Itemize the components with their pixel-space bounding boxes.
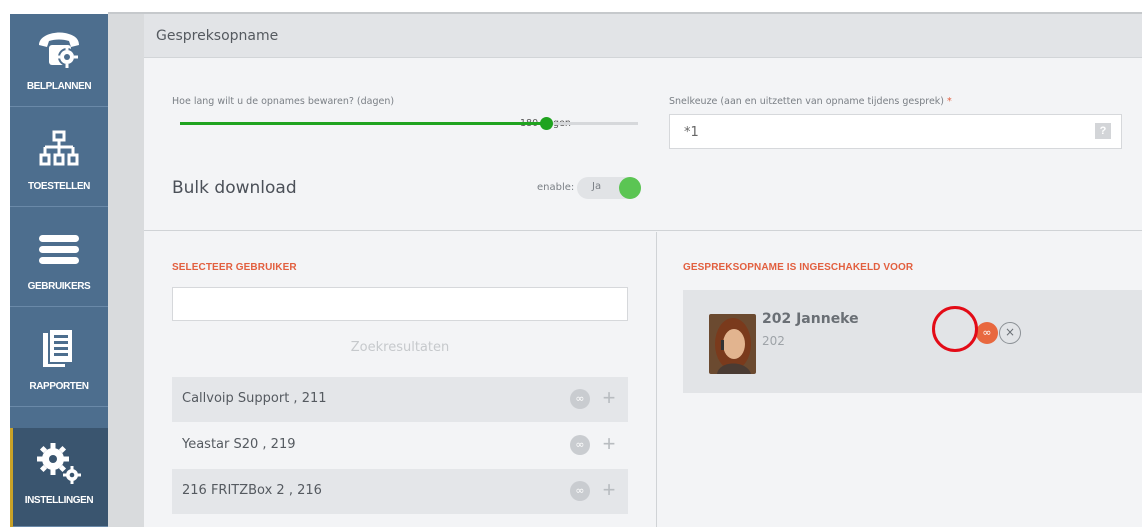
shortcut-label: Snelkeuze (aan en uitzetten van opname t… [669,96,952,107]
user-name: Callvoip Support , 211 [182,391,327,406]
phone-settings-icon [10,24,108,74]
network-tree-icon [10,124,108,174]
avatar [709,314,756,374]
toggle-knob [619,177,641,199]
add-icon[interactable]: + [600,477,618,503]
gears-icon [10,438,108,488]
active-indicator [10,428,13,527]
slider-fill [180,122,546,125]
report-document-icon [10,324,108,374]
recording-settings: Hoe lang wilt u de opnames bewaren? (dag… [144,58,1142,231]
sidebar-item-rapporten[interactable]: RAPPORTEN [10,314,108,407]
remove-user-button[interactable]: × [999,322,1021,344]
sidebar-item-label: TOESTELLEN [28,181,90,192]
panel-title: Gespreksopname [156,28,279,44]
sidebar-item-gebruikers[interactable]: GEBRUIKERS [10,214,108,307]
enabled-user-extension: 202 [762,334,785,348]
recording-settings-panel: Gespreksopname Hoe lang wilt u de opname… [144,14,1142,527]
enable-label: enable: [537,182,575,193]
shortcut-input[interactable]: *1 ? [669,114,1122,149]
highlight-circle-annotation [932,306,978,352]
toggle-text: Ja [592,181,602,192]
user-name: 216 FRITZBox 2 , 216 [182,483,322,498]
user-name: Yeastar S20 , 219 [182,437,296,452]
enabled-for-heading: GESPREKSOPNAME IS INGESCHAKELD VOOR [683,262,914,273]
sidebar-item-instellingen[interactable]: INSTELLINGEN [10,428,108,527]
bulk-download-title: Bulk download [172,178,297,198]
sidebar-item-label: RAPPORTEN [29,381,89,392]
retention-label: Hoe lang wilt u de opnames bewaren? (dag… [172,96,395,107]
add-icon[interactable]: + [600,431,618,457]
list-item[interactable]: 216 FRITZBox 2 , 216 ∞ + [172,469,628,514]
sidebar-gap [108,14,144,527]
sidebar-item-label: BELPLANNEN [26,81,92,92]
bulk-download-toggle[interactable]: Ja [577,177,641,199]
add-icon[interactable]: + [600,385,618,411]
sidebar-item-toestellen[interactable]: TOESTELLEN [10,114,108,207]
required-marker: * [947,96,952,107]
shortcut-value: *1 [684,125,699,140]
sidebar-item-belplannen[interactable]: BELPLANNEN [10,14,108,107]
list-item[interactable]: Callvoip Support , 211 ∞ + [172,377,628,422]
section-divider [656,232,657,527]
sidebar-item-label: GEBRUIKERS [27,281,91,292]
search-results-label: Zoekresultaten [350,340,450,355]
shortcut-label-text: Snelkeuze (aan en uitzetten van opname t… [669,96,945,107]
select-user-heading: SELECTEER GEBRUIKER [172,262,297,273]
panel-header: Gespreksopname [144,14,1142,58]
user-search-input[interactable] [172,287,628,321]
retention-slider[interactable] [180,117,638,130]
record-icon[interactable]: ∞ [570,389,590,409]
list-item[interactable]: Yeastar S20 , 219 ∞ + [172,423,628,468]
enabled-user-name: 202 Janneke [762,311,859,327]
record-icon[interactable]: ∞ [570,481,590,501]
users-list-icon [10,224,108,274]
record-icon[interactable]: ∞ [570,435,590,455]
enabled-user-card: 202 Janneke 202 ∞ × [683,290,1142,393]
sidebar-nav: BELPLANNEN TOESTELLEN GEBRUIKERS RAPPORT… [10,14,108,527]
help-icon[interactable]: ? [1095,123,1111,139]
sidebar-item-label: INSTELLINGEN [24,495,94,506]
record-active-icon[interactable]: ∞ [976,322,998,344]
slider-thumb[interactable] [540,117,553,130]
